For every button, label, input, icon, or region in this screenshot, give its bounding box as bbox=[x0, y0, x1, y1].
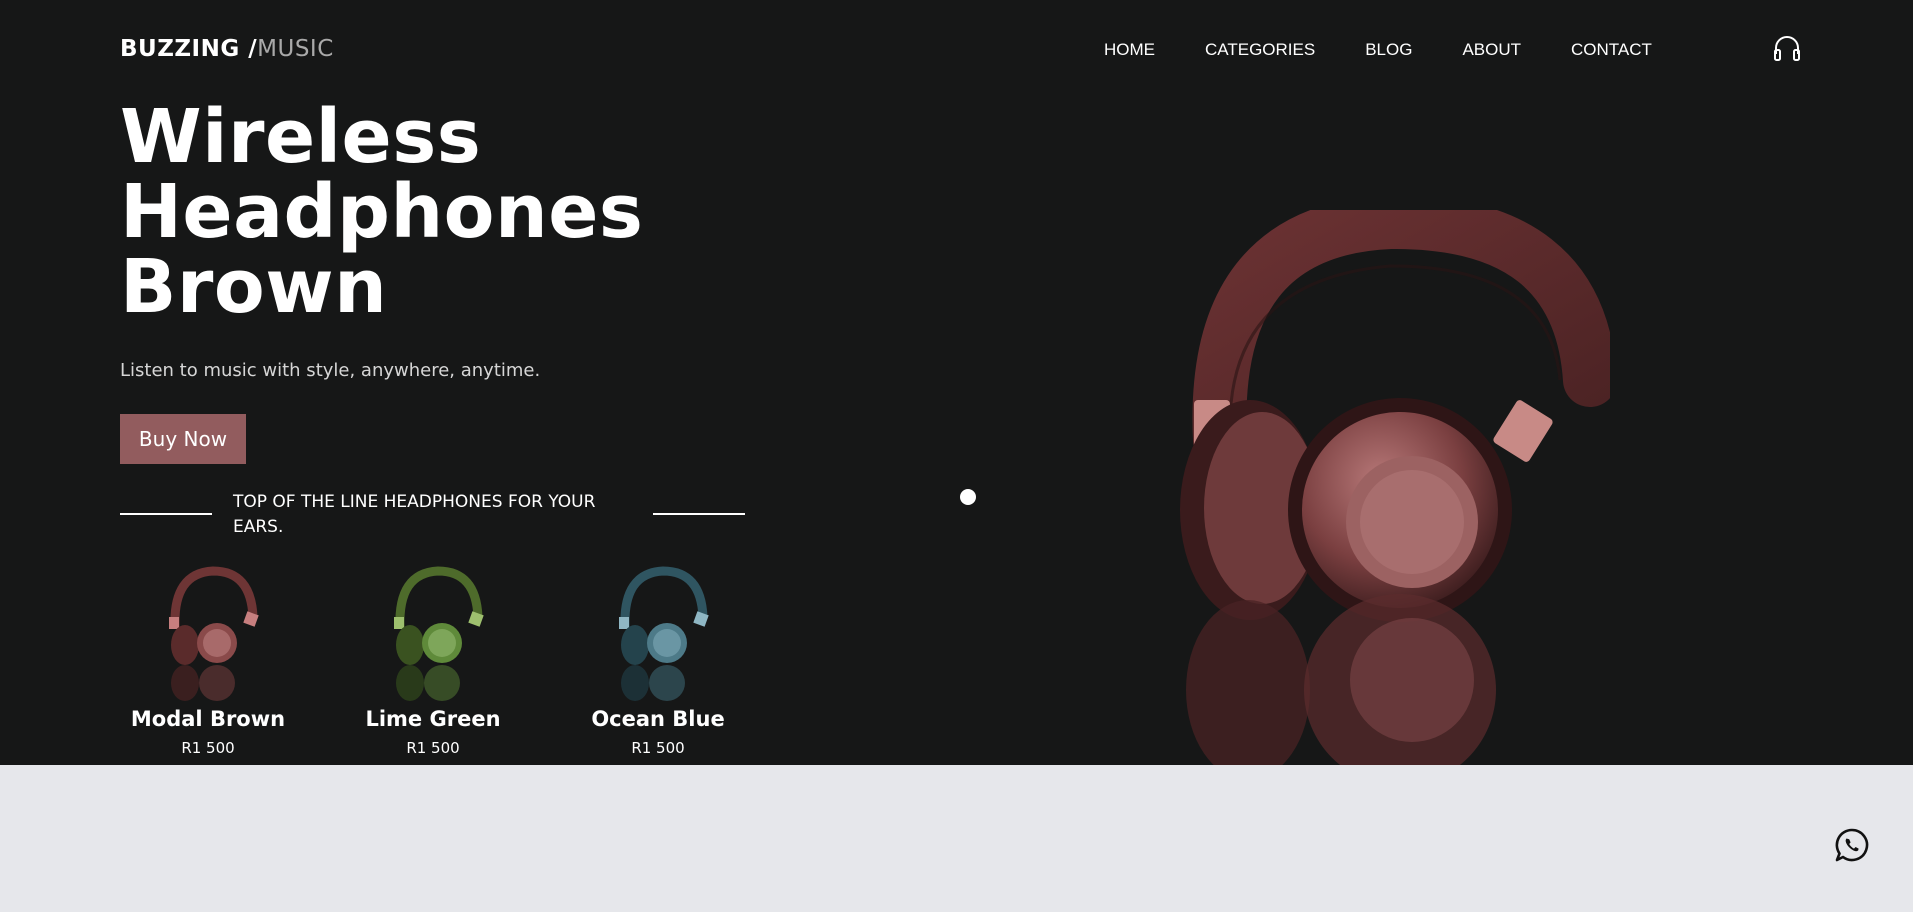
hero-title-line-3: Brown bbox=[120, 244, 388, 330]
product-price: R1 500 bbox=[181, 739, 235, 757]
hero-subtitle: Listen to music with style, anywhere, an… bbox=[120, 360, 541, 381]
nav-home[interactable]: HOME bbox=[1104, 40, 1155, 60]
hero-title-line-2: Headphones bbox=[120, 169, 644, 255]
hero-product-image bbox=[1150, 194, 1617, 765]
headphones-thumbnail bbox=[619, 566, 709, 701]
nav-categories[interactable]: CATEGORIES bbox=[1205, 40, 1315, 60]
brand-name-primary: BUZZING / bbox=[120, 36, 258, 62]
hero-title-line-1: Wireless bbox=[120, 94, 482, 180]
product-price: R1 500 bbox=[631, 739, 685, 757]
product-name: Ocean Blue bbox=[591, 707, 725, 731]
hero-section: BUZZING /MUSIC HOME CATEGORIES BLOG ABOU… bbox=[0, 0, 1913, 765]
headphones-icon[interactable] bbox=[1772, 34, 1802, 62]
headphones-thumbnail bbox=[394, 566, 484, 701]
hero-title: Wireless Headphones Brown bbox=[120, 100, 643, 325]
nav-contact[interactable]: CONTACT bbox=[1571, 40, 1652, 60]
tagline-divider-left bbox=[120, 513, 212, 515]
nav-about[interactable]: ABOUT bbox=[1462, 40, 1521, 60]
product-card[interactable]: Lime Green R1 500 bbox=[338, 565, 528, 757]
nav-blog[interactable]: BLOG bbox=[1365, 40, 1412, 60]
carousel-dot[interactable] bbox=[960, 489, 976, 505]
tagline: TOP OF THE LINE HEADPHONES FOR YOUR EARS… bbox=[233, 492, 596, 537]
main-nav: HOME CATEGORIES BLOG ABOUT CONTACT bbox=[1104, 40, 1652, 60]
product-price: R1 500 bbox=[406, 739, 460, 757]
brand-name-secondary: MUSIC bbox=[257, 36, 334, 62]
product-card[interactable]: Ocean Blue R1 500 bbox=[563, 565, 753, 757]
tagline-divider-right bbox=[653, 513, 745, 515]
product-name: Lime Green bbox=[365, 707, 501, 731]
whatsapp-icon[interactable] bbox=[1834, 827, 1870, 863]
buy-now-button[interactable]: Buy Now bbox=[120, 414, 246, 464]
headphones-thumbnail bbox=[169, 566, 259, 701]
product-card[interactable]: Modal Brown R1 500 bbox=[113, 565, 303, 757]
product-name: Modal Brown bbox=[130, 707, 286, 731]
brand-logo[interactable]: BUZZING /MUSIC bbox=[120, 36, 334, 62]
